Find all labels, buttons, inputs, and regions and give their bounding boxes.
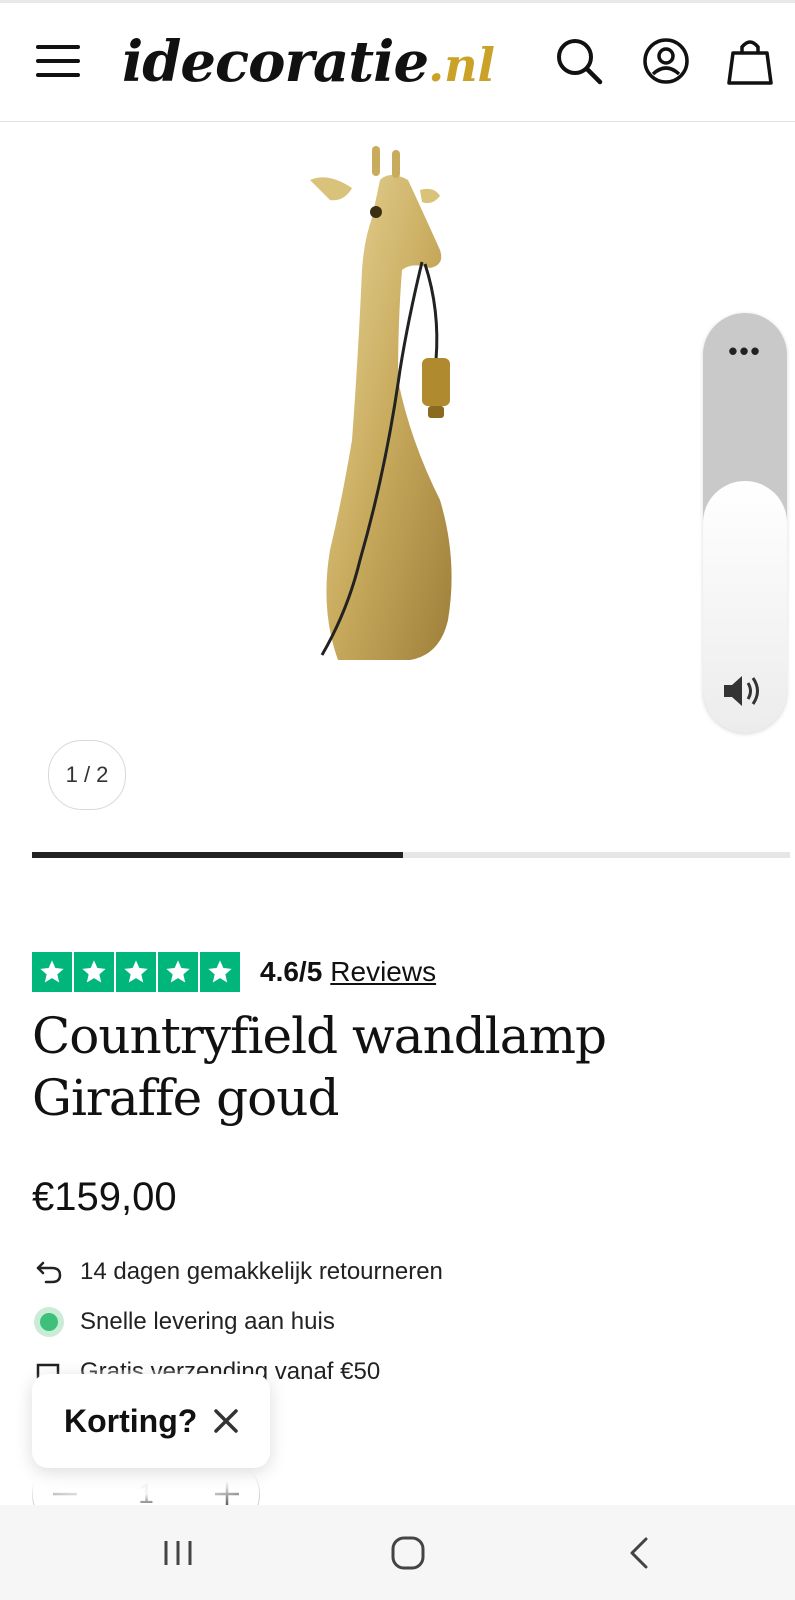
green-dot-icon — [32, 1305, 66, 1339]
home-icon[interactable] — [378, 1525, 438, 1581]
star-icon — [200, 952, 240, 992]
gallery-progress-fill — [32, 852, 404, 858]
product-price: €159,00 — [32, 1175, 177, 1219]
more-options-icon[interactable]: ••• — [703, 338, 787, 364]
site-header: idecoratie .nl — [0, 3, 795, 122]
close-icon[interactable] — [211, 1406, 241, 1436]
site-logo[interactable]: idecoratie .nl — [122, 17, 495, 107]
star-icon — [116, 952, 156, 992]
gallery-counter: 1 / 2 — [48, 740, 126, 810]
menu-icon[interactable] — [36, 43, 80, 79]
star-icon — [158, 952, 198, 992]
korting-popup[interactable]: Korting? — [32, 1374, 270, 1468]
return-arrow-icon — [32, 1255, 66, 1289]
usp-text: Snelle levering aan huis — [80, 1308, 335, 1335]
rating-score: 4.6/5 — [260, 956, 323, 987]
usp-delivery: Snelle levering aan huis — [32, 1302, 335, 1342]
usp-text: 14 dagen gemakkelijk retourneren — [80, 1258, 443, 1285]
product-title: Countryfield wandlamp Giraffe goud — [32, 1007, 607, 1127]
gallery-progress-bar[interactable] — [32, 852, 790, 858]
rating-stars — [32, 952, 240, 992]
korting-label[interactable]: Korting? — [64, 1403, 197, 1440]
star-icon — [32, 952, 72, 992]
volume-panel[interactable]: ••• — [703, 313, 787, 733]
product-image[interactable] — [300, 140, 500, 680]
search-icon[interactable] — [553, 35, 605, 87]
star-icon — [74, 952, 114, 992]
logo-tld: .nl — [428, 38, 496, 92]
back-icon[interactable] — [610, 1525, 670, 1581]
usp-returns: 14 dagen gemakkelijk retourneren — [32, 1252, 443, 1292]
account-icon[interactable] — [640, 35, 692, 87]
reviews-link[interactable]: Reviews — [330, 956, 436, 988]
logo-text: idecoratie — [122, 29, 429, 95]
trustpilot-rating: 4.6/5 Reviews — [32, 952, 436, 992]
recents-icon[interactable] — [148, 1525, 208, 1581]
bag-icon[interactable] — [724, 35, 776, 87]
speaker-icon[interactable] — [720, 669, 770, 713]
system-navigation-bar — [0, 1505, 795, 1600]
